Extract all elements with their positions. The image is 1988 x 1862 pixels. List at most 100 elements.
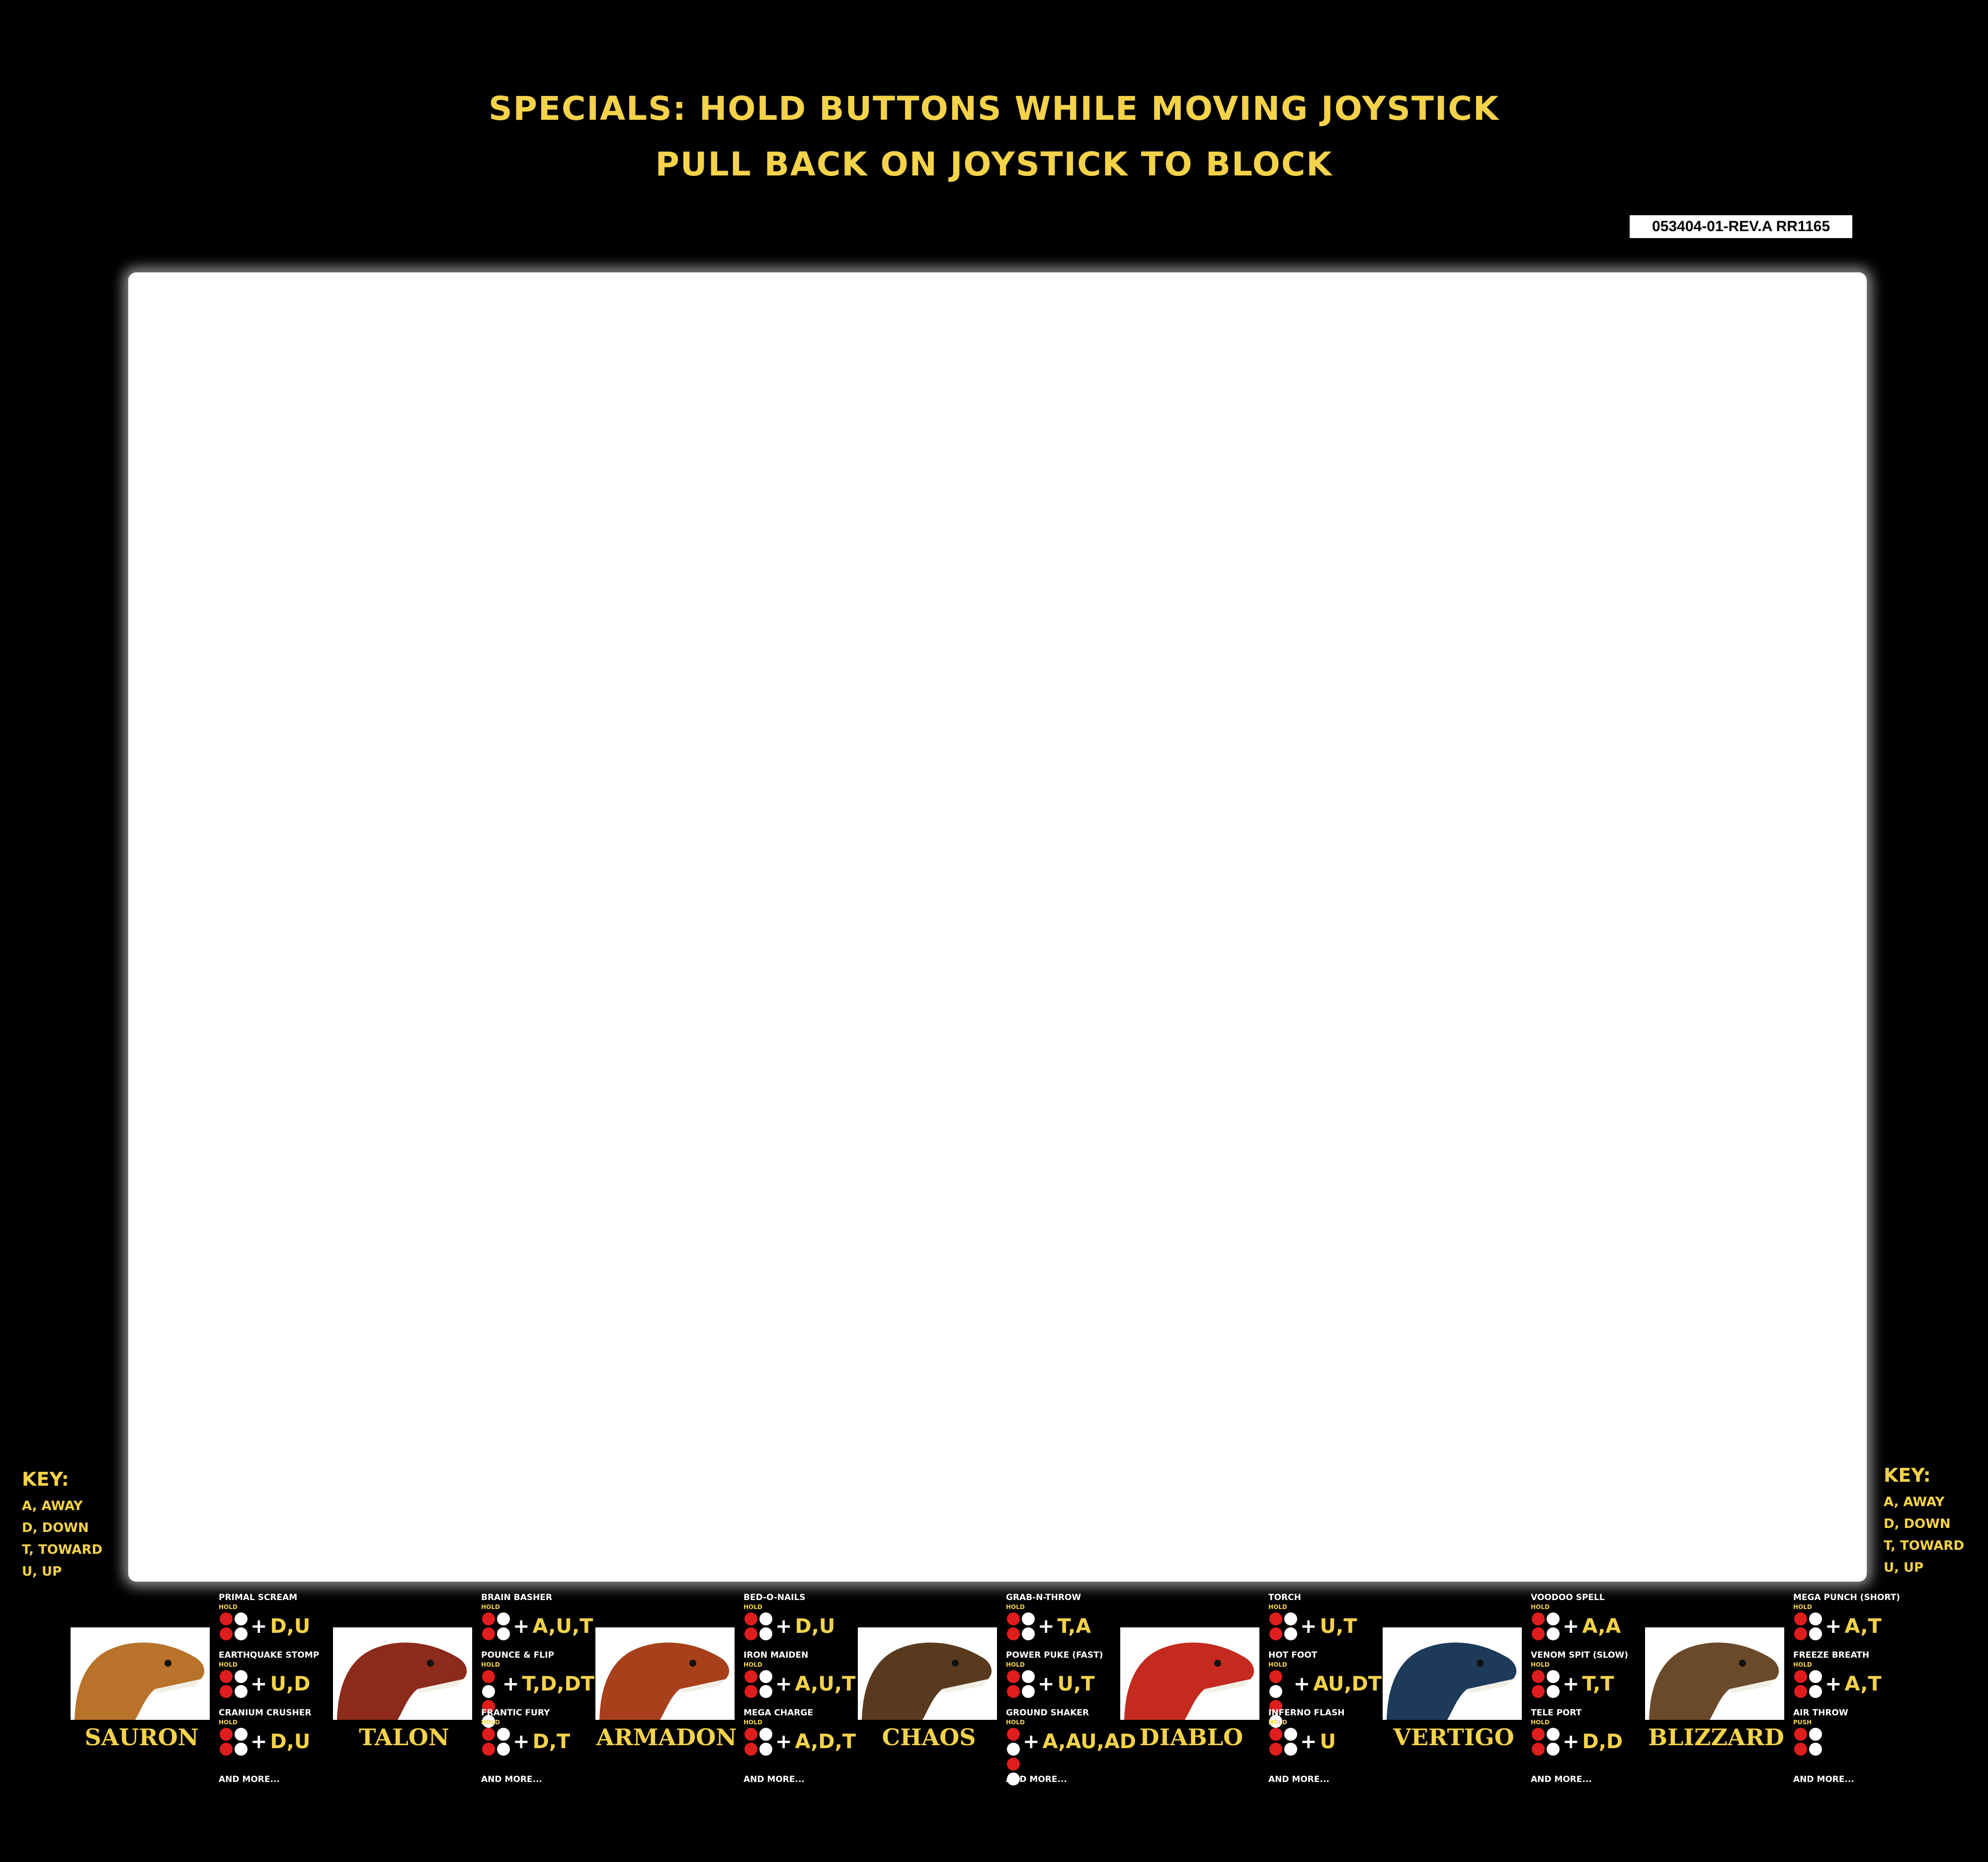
joystick-directions: D,T [532, 1730, 571, 1753]
move-name: MEGA CHARGE [744, 1708, 814, 1718]
pressed-button-icon [1794, 1670, 1807, 1683]
move-action-label: HOLD [1006, 1661, 1025, 1668]
joystick-directions: T,D,DT [522, 1673, 594, 1695]
pressed-button-icon [1794, 1627, 1807, 1640]
key-line: D, DOWN [1884, 1517, 1951, 1531]
button-combo: + D,U [219, 1611, 332, 1641]
move-name: CRANIUM CRUSHER [219, 1708, 312, 1718]
plus-sign: + [775, 1730, 792, 1753]
plus-sign: + [1563, 1615, 1579, 1638]
button-layout-icon [744, 1611, 773, 1641]
pressed-button-icon [745, 1627, 757, 1640]
special-move: GROUND SHAKER HOLD + A,AU,AD [1006, 1708, 1136, 1785]
move-list: TORCH HOLD + U,T HOT FOOT HOLD + AU,DT INFERNO F… [1268, 1593, 1382, 1766]
special-move: MEGA PUNCH (SHORT) HOLD + A,T [1793, 1593, 1906, 1650]
button-icon [1547, 1627, 1560, 1640]
joystick-directions: D,U [270, 1615, 311, 1638]
button-combo: + A,T [1793, 1669, 1906, 1699]
fighter-portrait [71, 1627, 210, 1720]
button-combo: + U,D [219, 1669, 332, 1699]
move-name: AIR THROW [1793, 1708, 1848, 1718]
move-list: BED-O-NAILS HOLD + D,U IRON MAIDEN HOLD + A,U,T… [744, 1593, 857, 1766]
button-icon [759, 1728, 772, 1741]
move-action-label: HOLD [744, 1604, 762, 1610]
pressed-button-icon [745, 1728, 757, 1741]
button-icon [1022, 1612, 1035, 1625]
move-name: PRIMAL SCREAM [219, 1593, 298, 1603]
joystick-directions: A,T [1844, 1615, 1882, 1638]
button-combo: + A,D,T [744, 1727, 857, 1757]
special-move: HOT FOOT HOLD + AU,DT [1268, 1650, 1382, 1728]
pressed-button-icon [220, 1670, 233, 1683]
move-list: GRAB-N-THROW HOLD + T,A POWER PUKE (FAST) HOL… [1006, 1593, 1136, 1785]
joystick-directions: D,D [1582, 1730, 1623, 1753]
dinosaur-head-icon [1387, 1642, 1517, 1720]
button-combo: + A,AU,AD [1006, 1727, 1136, 1785]
button-icon [1809, 1743, 1822, 1756]
button-layout-icon [1793, 1669, 1823, 1699]
button-icon [1547, 1743, 1560, 1756]
move-action-label: HOLD [481, 1719, 500, 1726]
joystick-directions: AU,DT [1313, 1673, 1382, 1695]
button-icon [1547, 1612, 1560, 1625]
button-icon [497, 1743, 510, 1756]
joystick-directions: D,U [270, 1730, 311, 1753]
fighter-name: ARMADON [596, 1724, 737, 1751]
pressed-button-icon [220, 1612, 233, 1625]
pressed-button-icon [1794, 1685, 1807, 1698]
special-move: INFERNO FLASH HOLD + U [1268, 1708, 1382, 1766]
joystick-directions: T,A [1057, 1615, 1091, 1638]
move-name: IRON MAIDEN [744, 1650, 809, 1660]
button-icon [1809, 1685, 1822, 1698]
key-line: T, TOWARD [1884, 1538, 1965, 1553]
button-icon [235, 1612, 248, 1625]
button-layout-icon [219, 1727, 248, 1757]
joystick-directions: A,U,T [532, 1615, 593, 1638]
pressed-button-icon [1269, 1627, 1282, 1640]
fighter-panel-sauron: SAURON PRIMAL SCREAM HOLD + D,U EARTHQUAKE ST… [70, 1591, 332, 1789]
move-action-label: HOLD [1793, 1661, 1812, 1668]
button-icon [1022, 1685, 1035, 1698]
part-number-label: 053404-01-REV.A RR1165 [1628, 214, 1854, 240]
move-name: INFERNO FLASH [1268, 1708, 1345, 1718]
button-combo: + D,U [219, 1727, 332, 1757]
button-combo: + D,T [481, 1727, 594, 1757]
plus-sign: + [1038, 1615, 1055, 1638]
button-icon [1007, 1743, 1020, 1756]
button-icon [1547, 1728, 1560, 1741]
pressed-button-icon [745, 1685, 757, 1698]
fighter-panel-chaos: CHAOS GRAB-N-THROW HOLD + T,A POWER PUKE (FAS… [857, 1591, 1136, 1789]
key-line: A, AWAY [22, 1499, 83, 1514]
joystick-directions: D,U [795, 1615, 835, 1638]
dinosaur-head-icon [1124, 1642, 1254, 1720]
button-layout-icon [1531, 1727, 1561, 1757]
dinosaur-head-icon [1649, 1642, 1779, 1720]
and-more-label: AND MORE... [1531, 1775, 1592, 1784]
plus-sign: + [775, 1615, 792, 1638]
fighter-portrait [595, 1627, 735, 1720]
move-name: GRAB-N-THROW [1006, 1593, 1081, 1603]
button-icon [235, 1670, 248, 1683]
key-legend-left: KEY: A, AWAY D, DOWN T, TOWARD U, UP [22, 1468, 102, 1583]
fighter-panel-armadon: ARMADON BED-O-NAILS HOLD + D,U IRON MAIDEN HOL… [594, 1591, 857, 1789]
button-combo: + D,U [744, 1611, 857, 1641]
plus-sign: + [1023, 1730, 1040, 1753]
button-layout-icon [219, 1611, 248, 1641]
and-more-label: AND MORE... [219, 1775, 280, 1784]
joystick-directions: T,T [1582, 1673, 1614, 1695]
dinosaur-head-icon [75, 1642, 205, 1720]
move-action-label: HOLD [1268, 1661, 1287, 1668]
key-line: U, UP [1884, 1560, 1924, 1575]
button-combo: + A,U,T [744, 1669, 857, 1699]
move-name: VOODOO SPELL [1531, 1593, 1605, 1603]
button-combo: + T,A [1006, 1611, 1119, 1641]
pressed-button-icon [220, 1743, 233, 1756]
and-more-label: AND MORE... [744, 1775, 805, 1784]
button-icon [759, 1743, 772, 1756]
plus-sign: + [1300, 1730, 1317, 1753]
plus-sign: + [513, 1730, 530, 1753]
fighter-portrait [1645, 1627, 1784, 1720]
move-action-label: HOLD [744, 1661, 762, 1668]
button-icon [1269, 1685, 1282, 1698]
plus-sign: + [1038, 1673, 1055, 1695]
